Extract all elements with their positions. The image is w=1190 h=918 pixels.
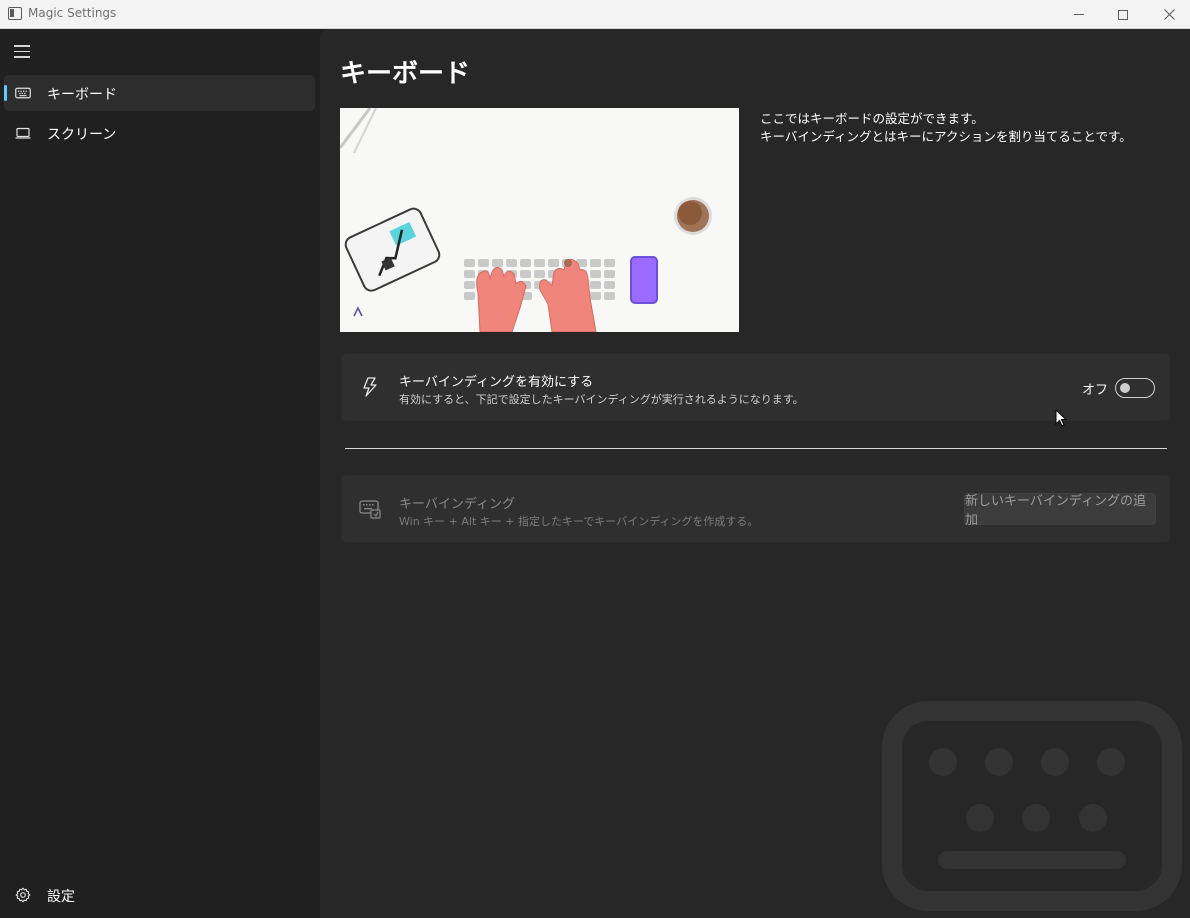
- title-bar: Magic Settings: [0, 0, 1190, 29]
- hamburger-menu-icon[interactable]: [14, 45, 32, 59]
- sidebar: キーボード スクリーン 設定: [0, 29, 320, 918]
- active-indicator: [4, 85, 7, 101]
- keyboard-shortcut-icon: [359, 500, 381, 519]
- app-icon: [8, 7, 22, 20]
- main-content: キーボード ここではキーボードの設定ができます。 キーバインディングとはキーにア…: [320, 29, 1190, 918]
- mouse-cursor-icon: [1055, 409, 1067, 427]
- sidebar-item-keyboard[interactable]: キーボード: [4, 75, 315, 111]
- keybindings-card: キーバインディング Win キー + Alt キー + 指定したキーでキーバイン…: [341, 475, 1170, 543]
- close-button[interactable]: [1146, 0, 1190, 29]
- page-title: キーボード: [340, 59, 471, 89]
- laptop-icon: [15, 127, 31, 139]
- sidebar-item-label: キーボード: [47, 87, 117, 103]
- keyboard-desk-illustration: [340, 108, 739, 332]
- enable-keybinding-toggle[interactable]: [1115, 378, 1155, 398]
- description-line: ここではキーボードの設定ができます。: [760, 111, 984, 126]
- lightning-icon: [363, 377, 377, 397]
- add-keybinding-button[interactable]: 新しいキーバインディングの追加: [964, 493, 1156, 528]
- sidebar-item-label: 設定: [47, 889, 75, 905]
- description-line: キーバインディングとはキーにアクションを割り当てることです。: [760, 129, 1132, 144]
- card-title: キーバインディングを有効にする: [399, 375, 594, 390]
- maximize-icon: [1118, 9, 1128, 20]
- sidebar-item-settings[interactable]: 設定: [4, 877, 315, 913]
- card-subtitle: Win キー + Alt キー + 指定したキーでキーバインディングを作成する。: [399, 515, 759, 528]
- card-title: キーバインディング: [399, 497, 515, 512]
- divider: [345, 448, 1167, 449]
- close-icon: [1163, 9, 1175, 20]
- keyboard-watermark-icon: [882, 701, 1182, 911]
- sidebar-item-label: スクリーン: [47, 127, 117, 143]
- maximize-button[interactable]: [1100, 0, 1146, 29]
- page-description: ここではキーボードの設定ができます。 キーバインディングとはキーにアクションを割…: [760, 110, 1132, 146]
- gear-icon: [15, 887, 31, 903]
- window-title: Magic Settings: [28, 6, 117, 20]
- toggle-state-label: オフ: [1082, 383, 1109, 398]
- toggle-knob: [1120, 383, 1130, 393]
- minimize-button[interactable]: [1056, 0, 1102, 29]
- minimize-icon: [1074, 14, 1084, 15]
- card-subtitle: 有効にすると、下記で設定したキーバインディングが実行されるようになります。: [399, 393, 804, 406]
- hero-illustration: [340, 108, 739, 332]
- sidebar-item-screen[interactable]: スクリーン: [4, 115, 315, 151]
- enable-keybinding-card: キーバインディングを有効にする 有効にすると、下記で設定したキーバインディングが…: [341, 353, 1170, 421]
- keyboard-icon: [15, 87, 31, 99]
